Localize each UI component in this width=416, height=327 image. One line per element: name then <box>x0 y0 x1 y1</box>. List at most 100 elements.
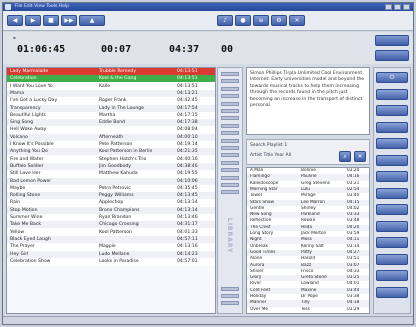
track-time: 04:19:14 <box>177 142 198 147</box>
cart-button[interactable] <box>376 220 408 232</box>
cart-sidebar: ⏻ <box>373 67 411 314</box>
playlist-row[interactable]: I've Got a Lucky Day Roger Frank 04:42:45 <box>7 97 215 104</box>
playlist-row[interactable]: Summer Wine Ryan Brandon 04:13:46 <box>7 214 215 221</box>
track-time: 04:13:51 <box>177 76 198 82</box>
maximize-icon[interactable] <box>394 4 401 10</box>
playlist-row[interactable]: Transparency Lady in The Lounge 04:17:54 <box>7 104 215 112</box>
playlist-row[interactable]: Black Eyed Laugh 04:57:11 <box>7 235 215 243</box>
playlist-row[interactable]: Yellow Kool Patterson 04:01:33 <box>7 229 215 236</box>
toolbar-button[interactable]: ⚙ <box>271 15 287 26</box>
track-title: Beautiful Lights <box>10 112 46 118</box>
playlist-row[interactable]: Fire and Water Stephen Hatch's Trio 04:40:… <box>7 156 215 163</box>
playlist-row[interactable]: Sing Song Eddie Bond 04:17:38 <box>7 119 215 127</box>
track-artist: Kalle <box>99 83 111 89</box>
menu-bar[interactable]: File Edit View Tools Help <box>15 4 69 9</box>
track-title: Yellow <box>10 229 25 235</box>
close-window-icon[interactable] <box>403 4 410 10</box>
track-time: 04:17:54 <box>177 105 198 111</box>
playlist-row[interactable]: Bad Lemon Power 04:10:06 <box>7 177 215 185</box>
toolbar-button[interactable]: ▲ <box>79 15 105 26</box>
prev-icon: ◀ <box>12 17 18 24</box>
library-row[interactable]: Over Me Tess 03:29 <box>247 307 369 313</box>
power-icon: ⏻ <box>389 74 395 81</box>
top-right-button[interactable] <box>375 35 409 46</box>
toolbar-button[interactable]: ● <box>235 15 251 26</box>
title-bar: File Edit View Tools Help <box>3 3 413 11</box>
track-artist: Looks in Paradise <box>99 258 139 264</box>
cart-button[interactable] <box>376 237 408 248</box>
playlist-row[interactable]: I Know It's Possible Pete Patterson 04:19:… <box>7 141 215 148</box>
cart-button[interactable] <box>376 138 408 149</box>
cart-button[interactable] <box>376 204 408 215</box>
playlist-row[interactable]: Buffalo Soldier Jim Goodbody 04:38:46 <box>7 162 215 170</box>
cart-button[interactable] <box>376 171 408 182</box>
toolbar-button[interactable]: ♪ <box>217 15 233 26</box>
playlist-row[interactable]: The Prayer Magpie 04:13:16 <box>7 243 215 250</box>
track-artist: Magpie <box>99 244 116 250</box>
track-time: 04:31:17 <box>177 222 198 228</box>
playlist-row[interactable]: Lady Marmalade Trubble Remedy 04:13:51 <box>7 68 215 75</box>
playlist-row[interactable]: Rain Applechop 04:13:14 <box>7 199 215 206</box>
stripe-segment <box>221 109 239 113</box>
track-title: Hell Woke Away <box>10 127 47 133</box>
cart-button[interactable] <box>376 270 408 281</box>
playlist-row[interactable]: Rolling Stone Peggy Williams 04:13:45 <box>7 192 215 200</box>
playlist-row[interactable]: Anything You Do Kool Patterson in Berlin 0… <box>7 148 215 156</box>
track-artist: Pete Patterson <box>99 142 133 147</box>
playlist-empty-area <box>7 266 215 313</box>
track-time: 04:35:45 <box>177 185 198 191</box>
playlist-row[interactable]: Stop Motion Bronx Champions 04:13:14 <box>7 206 215 214</box>
track-time: 04:40:16 <box>177 156 198 162</box>
stripe-segment <box>221 72 239 76</box>
search-button[interactable]: ⌕ <box>339 151 351 162</box>
playlist-row[interactable]: Take Me Back Chicago Crossing 04:31:17 <box>7 221 215 229</box>
track-time: 04:38:46 <box>177 163 198 169</box>
search-fields[interactable]: Artist Title Year All <box>250 153 291 158</box>
playlist-row[interactable]: Celebration Kool & the Gang 04:13:51 <box>7 75 215 83</box>
cart-button[interactable] <box>376 105 408 116</box>
toolbar-button[interactable]: ▶ <box>25 15 41 26</box>
track-artist: Peggy Williams <box>99 193 134 199</box>
cart-button[interactable] <box>376 286 408 298</box>
cart-button[interactable] <box>376 187 408 199</box>
playlist-row[interactable]: I Want You Love Yo Kalle 04:13:51 <box>7 83 215 90</box>
playlist-row[interactable]: Celebration Show Looks in Paradise 04:57:0… <box>7 258 215 265</box>
playlist-row[interactable]: Hell Woke Away 04:08:04 <box>7 126 215 133</box>
clear-search-button[interactable]: ✕ <box>354 151 366 162</box>
track-time: 04:08:04 <box>177 127 198 133</box>
playlist-row[interactable]: Hey Girl Ludo Mellane 04:14:23 <box>7 250 215 258</box>
stripe-segment <box>221 79 239 84</box>
track-time: 04:13:51 <box>177 83 198 89</box>
second-right-button[interactable] <box>375 50 409 61</box>
close-icon: ✕ <box>294 17 300 24</box>
track-title: Lady Marmalade <box>10 69 49 74</box>
info-panel: Simon Phillips Tirpla Unlimited Cool Env… <box>246 67 370 135</box>
playlist-row[interactable]: Maybe Petra Petrovic 04:35:45 <box>7 185 215 192</box>
track-artist: Eddie Bond <box>99 120 126 126</box>
list-icon: ≡ <box>258 17 264 24</box>
track-time: 04:42:45 <box>177 98 198 104</box>
toolbar-button[interactable]: ≡ <box>253 15 269 26</box>
cart-button[interactable] <box>376 154 408 166</box>
status-bar <box>3 316 413 324</box>
track-time: 04:57:11 <box>177 236 198 242</box>
minimize-icon[interactable] <box>385 4 392 10</box>
cart-button[interactable]: ⏻ <box>376 72 408 83</box>
playlist-row[interactable]: Still Love Her Matthew Kahuda 04:19:55 <box>7 170 215 177</box>
toolbar-button[interactable]: ▶▶ <box>61 15 77 26</box>
cart-button[interactable] <box>376 88 408 100</box>
playlist-row[interactable]: Volcano Afterneath 04:00:10 <box>7 133 215 141</box>
cart-button[interactable] <box>376 121 408 133</box>
play-icon: ▶ <box>30 17 36 24</box>
toolbar-button[interactable]: ■ <box>43 15 59 26</box>
playlist-row[interactable]: Beautiful Lights Martha 04:17:15 <box>7 112 215 119</box>
playlist-row[interactable]: Mama 04:13:21 <box>7 89 215 97</box>
track-artist: Petra Petrovic <box>99 185 131 191</box>
toolbar-button[interactable]: ✕ <box>289 15 305 26</box>
cart-button[interactable] <box>376 253 408 265</box>
side-tab-stripe[interactable]: LIBRARY <box>217 67 243 314</box>
toolbar-button[interactable]: ◀ <box>7 15 23 26</box>
track-artist: Lady in The Lounge <box>99 105 144 111</box>
stripe-segment <box>221 168 239 173</box>
stripe-segment <box>221 116 239 121</box>
